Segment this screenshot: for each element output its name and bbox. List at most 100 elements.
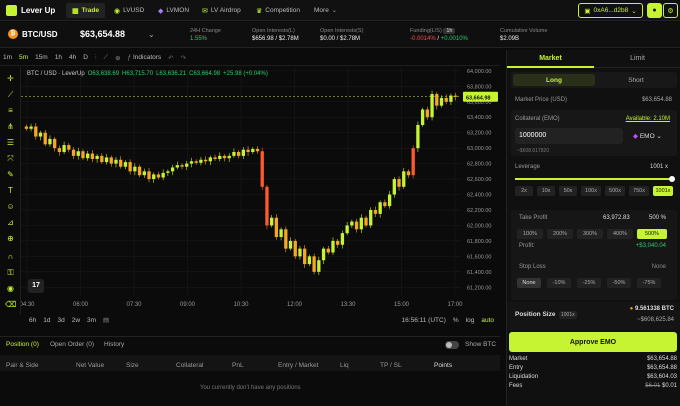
tradingview-logo[interactable]: 17: [28, 279, 44, 293]
leverage-chip-50x[interactable]: 50x: [559, 186, 577, 196]
interval-1m[interactable]: 1m: [3, 54, 12, 61]
sl-chip-25[interactable]: -25%: [577, 278, 601, 288]
candle: [354, 221, 359, 230]
market-price-label: Market Price (USD): [515, 97, 568, 103]
candle: [232, 152, 236, 156]
calendar-icon[interactable]: ▤: [103, 316, 109, 324]
sl-chip-50[interactable]: -50%: [607, 278, 631, 288]
logo[interactable]: Lever Up: [6, 5, 55, 16]
fib-icon[interactable]: ☰: [5, 137, 16, 148]
tab-open-orders[interactable]: Open Order (0): [50, 341, 94, 348]
sl-chip-75[interactable]: -75%: [637, 278, 661, 288]
emoji-icon[interactable]: ☺: [5, 201, 16, 212]
take-profit-percent[interactable]: 500 %: [649, 215, 666, 221]
magnet-icon[interactable]: ∩: [5, 251, 16, 262]
nav-tab-competition[interactable]: ♛ Competition: [250, 3, 306, 18]
interval-1h[interactable]: 1h: [55, 54, 62, 61]
range-3m[interactable]: 3m: [87, 317, 96, 324]
auto-toggle[interactable]: auto: [481, 317, 494, 324]
range-1d[interactable]: 1d: [43, 317, 50, 324]
settings-button[interactable]: ⚙: [663, 3, 678, 18]
tab-market[interactable]: Market: [507, 50, 594, 68]
crosshair-icon[interactable]: ✛: [5, 73, 16, 84]
tab-history[interactable]: History: [104, 341, 124, 348]
col-collateral: Collateral: [176, 362, 204, 369]
candle: [293, 240, 297, 257]
interval-d[interactable]: D: [83, 54, 88, 61]
ohlc-low: L63,636.21: [156, 71, 187, 77]
candle: [199, 159, 203, 163]
interval-15m[interactable]: 15m: [35, 54, 48, 61]
notification-button[interactable]: ●: [647, 3, 662, 18]
redo-icon[interactable]: ↷: [181, 54, 186, 62]
text-icon[interactable]: T: [5, 185, 16, 196]
interval-4h[interactable]: 4h: [69, 54, 76, 61]
available-balance[interactable]: Available: 2.10M: [626, 116, 670, 122]
collateral-input[interactable]: 1000000: [515, 128, 623, 144]
leverage-slider-handle[interactable]: [669, 176, 675, 182]
ruler-icon[interactable]: ⊿: [5, 217, 16, 228]
chevron-down-icon[interactable]: ⌄: [148, 30, 155, 39]
candle: [152, 174, 156, 180]
take-profit-price[interactable]: 63,972.83: [603, 215, 630, 221]
leverage-chip-1001x[interactable]: 1001x: [653, 186, 673, 196]
nav-tab-trade[interactable]: ▦ Trade: [66, 3, 105, 18]
x-tick-label: 13:30: [340, 302, 356, 308]
interval-5m[interactable]: 5m: [19, 54, 28, 61]
compare-icon[interactable]: ⊕: [115, 54, 120, 62]
candle-type-icon[interactable]: ⫶: [95, 54, 97, 62]
pattern-icon[interactable]: ⤧: [5, 153, 16, 164]
trash-icon[interactable]: ⌫: [5, 299, 16, 310]
nav-tab-lvmon[interactable]: ◆ LVMON: [152, 3, 195, 18]
candle: [350, 221, 354, 226]
indicators-button[interactable]: ƒ Indicators: [128, 54, 162, 61]
tp-chip-200[interactable]: 200%: [547, 229, 573, 239]
horizontal-line-icon[interactable]: ≡: [5, 105, 16, 116]
percent-toggle[interactable]: %: [453, 317, 459, 324]
sl-chip-none[interactable]: None: [517, 278, 541, 288]
lock-icon[interactable]: ⚿: [5, 267, 16, 278]
trend-line-icon[interactable]: ⟋: [5, 89, 16, 100]
range-3d[interactable]: 3d: [57, 317, 64, 324]
tab-positions[interactable]: Position (0): [6, 341, 39, 348]
eye-icon[interactable]: ◉: [5, 283, 16, 294]
show-btc-toggle[interactable]: [445, 341, 459, 349]
leverage-chip-750x[interactable]: 750x: [629, 186, 649, 196]
wallet-button[interactable]: ▣ 0xA6...d2b8 ⌄: [578, 3, 643, 18]
undo-icon[interactable]: ↶: [168, 54, 173, 62]
candle: [449, 95, 453, 102]
range-6h[interactable]: 6h: [29, 317, 36, 324]
leverage-chip-10x[interactable]: 10x: [537, 186, 555, 196]
nav-tab-more[interactable]: More ⌄: [308, 3, 343, 18]
tp-chip-100[interactable]: 100%: [517, 229, 543, 239]
stop-loss-value[interactable]: None: [652, 264, 666, 270]
tp-chip-400[interactable]: 400%: [607, 229, 633, 239]
col-pnl: PnL: [232, 362, 244, 369]
price-chart[interactable]: 64,000.0063,800.0063,600.0063,400.0063,2…: [21, 67, 500, 313]
log-toggle[interactable]: log: [466, 317, 475, 324]
brush-icon[interactable]: ✎: [5, 169, 16, 180]
pitchfork-icon[interactable]: ⋔: [5, 121, 16, 132]
tp-chip-500[interactable]: 500%: [637, 229, 667, 239]
nav-tab-lvusd[interactable]: ◉ LVUSD: [108, 3, 150, 18]
nav-tab-lv-airdrop[interactable]: ✉ LV Airdrop: [196, 3, 247, 18]
leverage-chip-500x[interactable]: 500x: [605, 186, 625, 196]
leverage-chip-2x[interactable]: 2x: [515, 186, 533, 196]
short-button[interactable]: Short: [595, 74, 677, 86]
approve-button[interactable]: Approve EMO: [509, 332, 677, 352]
collateral-token-select[interactable]: ◆ EMO ⌄: [633, 132, 662, 140]
candle: [38, 132, 43, 137]
leverage-chip-100x[interactable]: 100x: [581, 186, 601, 196]
sl-chip-10[interactable]: -10%: [547, 278, 571, 288]
candle: [227, 155, 231, 159]
candle: [161, 172, 165, 178]
tp-chip-300[interactable]: 300%: [577, 229, 603, 239]
long-button[interactable]: Long: [513, 74, 595, 86]
zoom-icon[interactable]: ⊕: [5, 233, 16, 244]
leverage-slider[interactable]: [515, 178, 673, 180]
funding-interval-badge[interactable]: 1h: [443, 28, 456, 34]
line-type-icon[interactable]: ⟋: [104, 54, 109, 62]
range-2w[interactable]: 2w: [72, 317, 80, 324]
pair-selector[interactable]: ₿ BTC/USD: [8, 29, 58, 39]
tab-limit[interactable]: Limit: [594, 50, 680, 68]
